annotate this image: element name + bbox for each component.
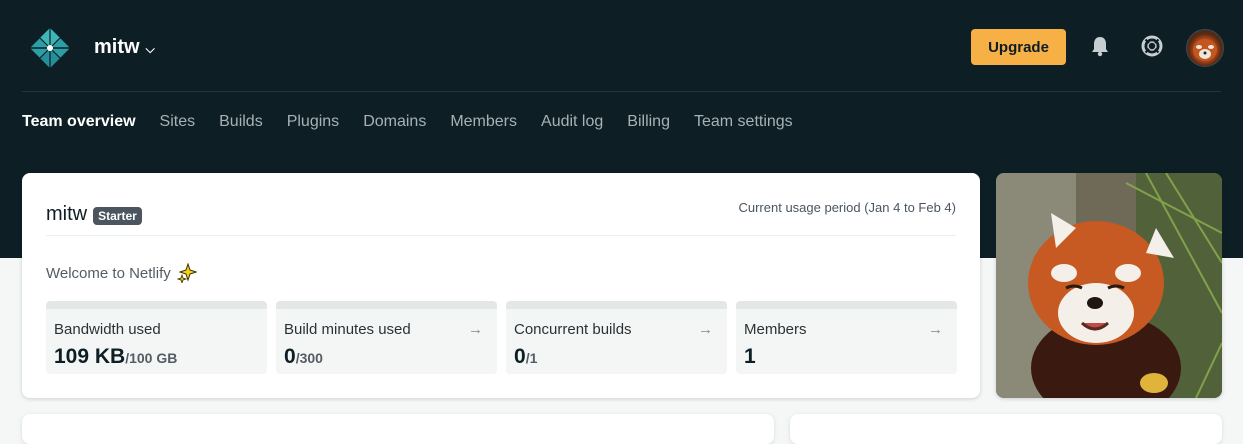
tab-builds[interactable]: Builds <box>219 111 263 133</box>
tab-billing[interactable]: Billing <box>627 111 670 133</box>
welcome-text: Welcome to Netlify <box>46 264 171 282</box>
stat-label: Members <box>744 321 807 338</box>
bottom-card-left <box>22 414 774 444</box>
plan-badge: Starter <box>93 206 142 225</box>
arrow-right-icon: → <box>468 321 483 338</box>
usage-period: Current usage period (Jan 4 to Feb 4) <box>738 200 956 215</box>
stat-label: Concurrent builds <box>514 321 632 338</box>
stat-concurrent-builds[interactable]: Concurrent builds → 0/1 <box>506 301 727 374</box>
stat-value: 0/300 <box>284 345 323 368</box>
user-avatar[interactable] <box>1186 29 1224 67</box>
header-divider <box>22 91 1221 92</box>
tab-plugins[interactable]: Plugins <box>287 111 339 133</box>
stat-build-minutes[interactable]: Build minutes used → 0/300 <box>276 301 497 374</box>
upgrade-button[interactable]: Upgrade <box>971 29 1066 65</box>
team-name: mitw <box>94 36 140 58</box>
team-overview-card: mitw Starter Current usage period (Jan 4… <box>22 173 980 398</box>
stat-label: Build minutes used <box>284 321 411 338</box>
team-switcher[interactable]: mitw ⌵ <box>94 36 155 59</box>
welcome-message: Welcome to Netlify <box>46 263 197 283</box>
team-title: mitw <box>46 203 88 225</box>
red-panda-photo <box>996 173 1222 398</box>
stat-value: 0/1 <box>514 345 538 368</box>
lifebuoy-icon[interactable] <box>1139 33 1165 59</box>
bottom-card-right <box>790 414 1222 444</box>
tab-audit-log[interactable]: Audit log <box>541 111 603 133</box>
stat-label: Bandwidth used <box>54 321 161 338</box>
chevron-down-icon: ⌵ <box>145 41 155 56</box>
stat-value: 109 KB/100 GB <box>54 345 178 368</box>
tab-team-settings[interactable]: Team settings <box>694 111 793 133</box>
card-divider <box>46 235 956 236</box>
arrow-right-icon: → <box>928 321 943 338</box>
sparkles-icon <box>176 263 197 283</box>
tab-team-overview[interactable]: Team overview <box>22 111 136 133</box>
netlify-logo-icon[interactable] <box>28 26 72 70</box>
stat-value: 1 <box>744 345 756 368</box>
bell-icon[interactable] <box>1087 33 1113 59</box>
usage-stats: Bandwidth used 109 KB/100 GB Build minut… <box>46 301 957 374</box>
team-nav: Team overview Sites Builds Plugins Domai… <box>22 111 817 133</box>
tab-domains[interactable]: Domains <box>363 111 426 133</box>
tab-members[interactable]: Members <box>450 111 517 133</box>
tab-sites[interactable]: Sites <box>160 111 196 133</box>
arrow-right-icon: → <box>698 321 713 338</box>
stat-bandwidth: Bandwidth used 109 KB/100 GB <box>46 301 267 374</box>
card-title: mitw Starter <box>46 203 142 226</box>
stat-members[interactable]: Members → 1 <box>736 301 957 374</box>
